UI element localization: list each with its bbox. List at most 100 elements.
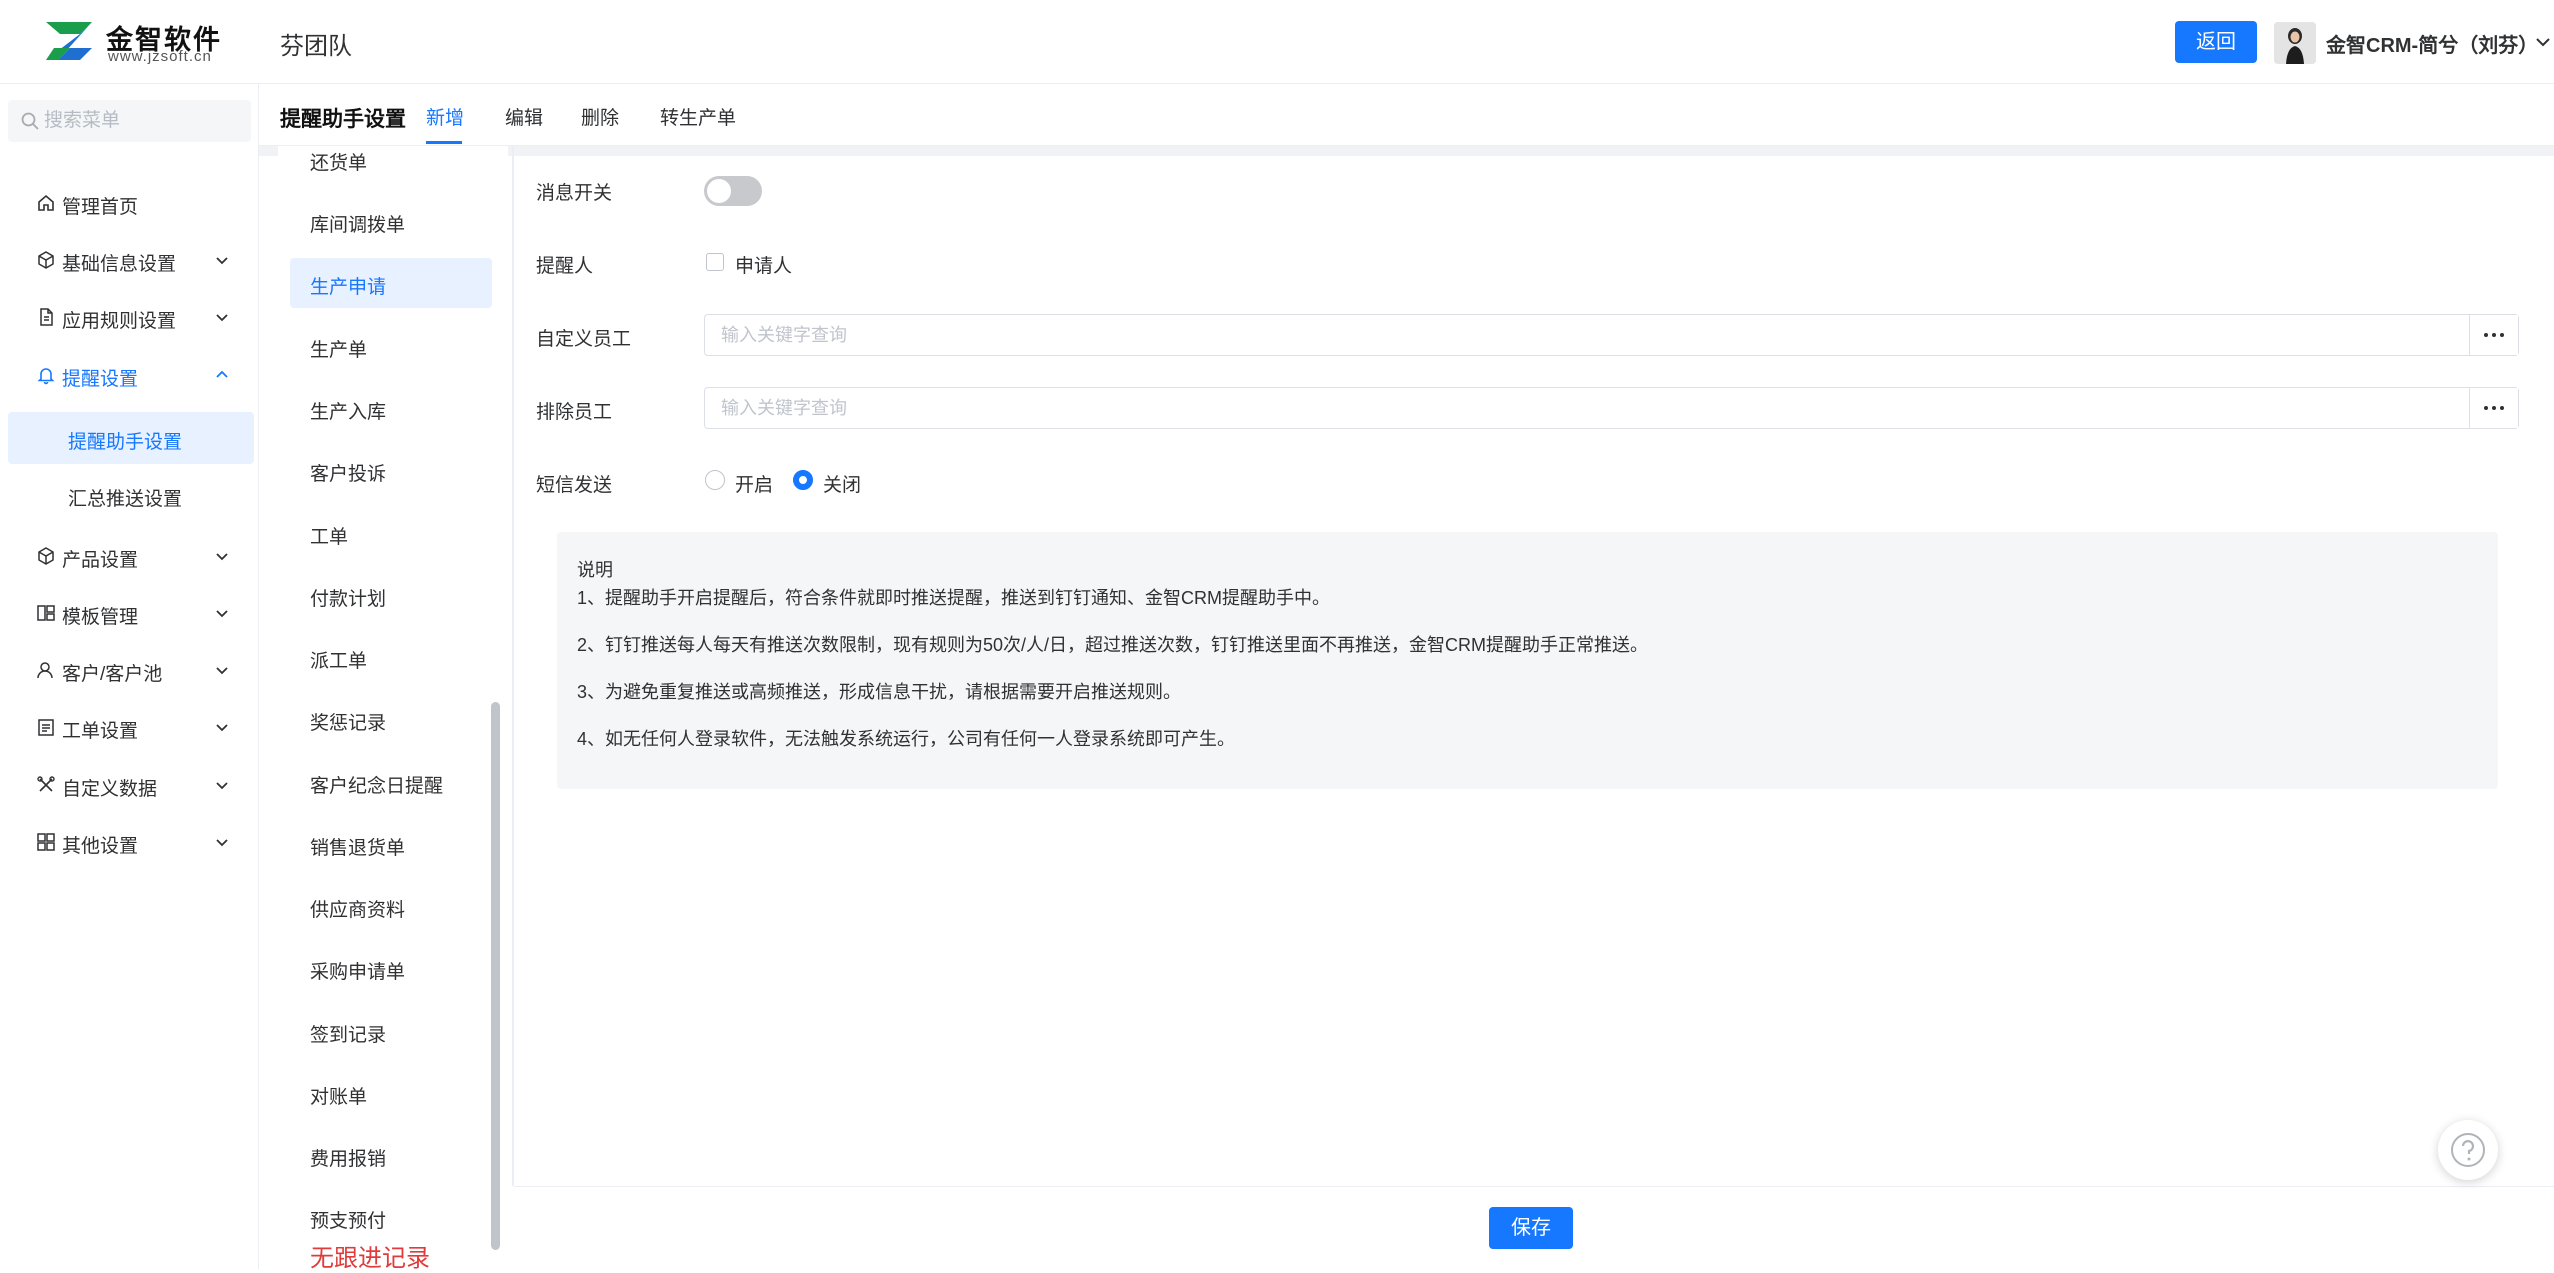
instruction-line: 2、钉钉推送每人每天有推送次数限制，现有规则为50次/人/日，超过推送次数，钉钉… [577,635,1649,655]
list-item[interactable]: 供应商资料 [290,881,492,931]
sidebar-item-work-order-settings[interactable]: 工单设置 [0,702,259,752]
exclude-employee-label: 排除员工 [536,402,613,423]
divider-strip [259,146,2554,156]
top-header: 金智软件 www.jzsoft.cn 芬团队 返回 金智CRM-简兮（刘芬） [0,0,2554,84]
brand-url: www.jzsoft.cn [108,48,212,65]
avatar-icon [2274,22,2316,64]
list-item[interactable]: 库间调拨单 [290,196,492,246]
list-item[interactable]: 派工单 [290,632,492,682]
list-item[interactable]: 对账单 [290,1068,492,1118]
custom-employee-label: 自定义员工 [536,329,632,350]
chevron-up-icon [216,370,228,378]
chevron-down-icon [216,553,228,561]
instructions-panel: 说明 1、提醒助手开启提醒后，符合条件就即时推送提醒，推送到钉钉通知、金智CRM… [557,532,2498,789]
sms-off-label[interactable]: 关闭 [823,470,861,497]
list-item[interactable]: 签到记录 [290,1006,492,1056]
overflow-label: 无跟进记录 [310,1246,430,1272]
sidebar-item-reminder-settings[interactable]: 提醒设置 [0,350,259,400]
sidebar: 管理首页 基础信息设置 应用规则设置 提醒设置 提醒助手设置 汇总推送设置 产品… [0,84,259,1269]
list-item[interactable]: 还货单 [290,146,492,184]
more-icon [2484,406,2504,410]
tab-delete[interactable]: 删除 [581,103,619,130]
save-button[interactable]: 保存 [1489,1207,1573,1249]
sms-label: 短信发送 [536,475,613,496]
sms-off-radio[interactable] [793,470,813,490]
menu-search [8,100,251,142]
chevron-down-icon [216,724,228,732]
help-button[interactable] [2438,1120,2498,1180]
cube-icon [38,547,54,565]
message-switch[interactable] [704,176,762,206]
sidebar-item-product-settings[interactable]: 产品设置 [0,531,259,581]
cube-icon [38,251,54,269]
instruction-line: 4、如无任何人登录软件，无法触发系统运行，公司有任何一人登录系统即可产生。 [577,729,1236,749]
grid-icon [37,833,55,851]
chevron-down-icon [216,610,228,618]
list-item[interactable]: 奖惩记录 [290,694,492,744]
chevron-down-icon [216,782,228,790]
list-item[interactable]: 客户纪念日提醒 [290,757,492,807]
tab-edit[interactable]: 编辑 [505,103,543,130]
applicant-option-label[interactable]: 申请人 [735,251,792,278]
list-item[interactable]: 客户投诉 [290,445,492,495]
exclude-employee-input[interactable] [721,388,2421,428]
sidebar-item-template-management[interactable]: 模板管理 [0,588,259,638]
active-tab-indicator [426,141,462,144]
applicant-checkbox[interactable] [706,253,724,271]
sms-on-label[interactable]: 开启 [735,470,773,497]
tab-convert-production[interactable]: 转生产单 [660,103,736,130]
avatar[interactable] [2274,22,2316,64]
search-icon [21,112,39,130]
clipboard-icon [38,719,54,736]
list-scrollbar[interactable] [491,702,500,1250]
sidebar-item-app-rules[interactable]: 应用规则设置 [0,292,259,342]
sidebar-item-custom-data[interactable]: 自定义数据 [0,760,259,810]
chevron-down-icon [216,839,228,847]
message-switch-label: 消息开关 [536,183,613,204]
menu-search-input[interactable] [44,100,244,142]
list-item[interactable]: 生产申请 [290,258,492,308]
sidebar-item-customers[interactable]: 客户/客户池 [0,645,259,695]
template-icon [37,605,55,621]
question-icon [2451,1133,2485,1167]
user-icon [37,662,53,679]
sms-on-radio[interactable] [705,470,725,490]
chevron-down-icon [216,257,228,265]
list-item[interactable]: 付款计划 [290,570,492,620]
tools-icon [37,776,55,792]
sidebar-item-other-settings[interactable]: 其他设置 [0,817,259,867]
tab-add[interactable]: 新增 [426,103,464,130]
document-icon [40,308,53,326]
user-name[interactable]: 金智CRM-简兮（刘芬） [2326,29,2538,58]
reminder-label: 提醒人 [536,256,594,277]
list-item[interactable]: 销售退货单 [290,819,492,869]
list-item[interactable]: 生产入库 [290,383,492,433]
sidebar-subitem-summary-push[interactable]: 汇总推送设置 [8,469,254,521]
back-button[interactable]: 返回 [2175,21,2257,63]
custom-employee-picker [704,314,2519,356]
exclude-employee-more-button[interactable] [2469,388,2518,428]
sidebar-item-home[interactable]: 管理首页 [0,178,259,228]
list-item[interactable]: 工单 [290,508,492,558]
switch-knob [707,179,731,203]
list-item[interactable]: 生产单 [290,321,492,371]
list-item[interactable]: 费用报销 [290,1130,492,1180]
page-toolbar: 提醒助手设置 新增 编辑 删除 转生产单 [259,84,2554,146]
chevron-down-icon[interactable] [2534,33,2552,51]
custom-employee-more-button[interactable] [2469,315,2518,355]
instruction-line: 1、提醒助手开启提醒后，符合条件就即时推送提醒，推送到钉钉通知、金智CRM提醒助… [577,588,1330,608]
instructions-title: 说明 [577,560,613,580]
brand-logo[interactable]: 金智软件 www.jzsoft.cn [40,16,240,66]
bell-icon [37,368,55,385]
chevron-down-icon [216,314,228,322]
sidebar-subitem-reminder-assistant[interactable]: 提醒助手设置 [8,412,254,464]
column-divider [512,146,514,1186]
list-item[interactable]: 采购申请单 [290,943,492,993]
document-type-list: 还货单 库间调拨单 生产申请 生产单 生产入库 客户投诉 工单 付款计划 派工单… [278,146,508,1251]
form-footer: 保存 [514,1186,2554,1269]
sidebar-item-basic-info[interactable]: 基础信息设置 [0,235,259,285]
home-icon [38,194,54,211]
custom-employee-input[interactable] [721,315,2421,355]
company-name: 芬团队 [280,33,352,60]
list-item[interactable]: 预支预付 [290,1192,492,1242]
